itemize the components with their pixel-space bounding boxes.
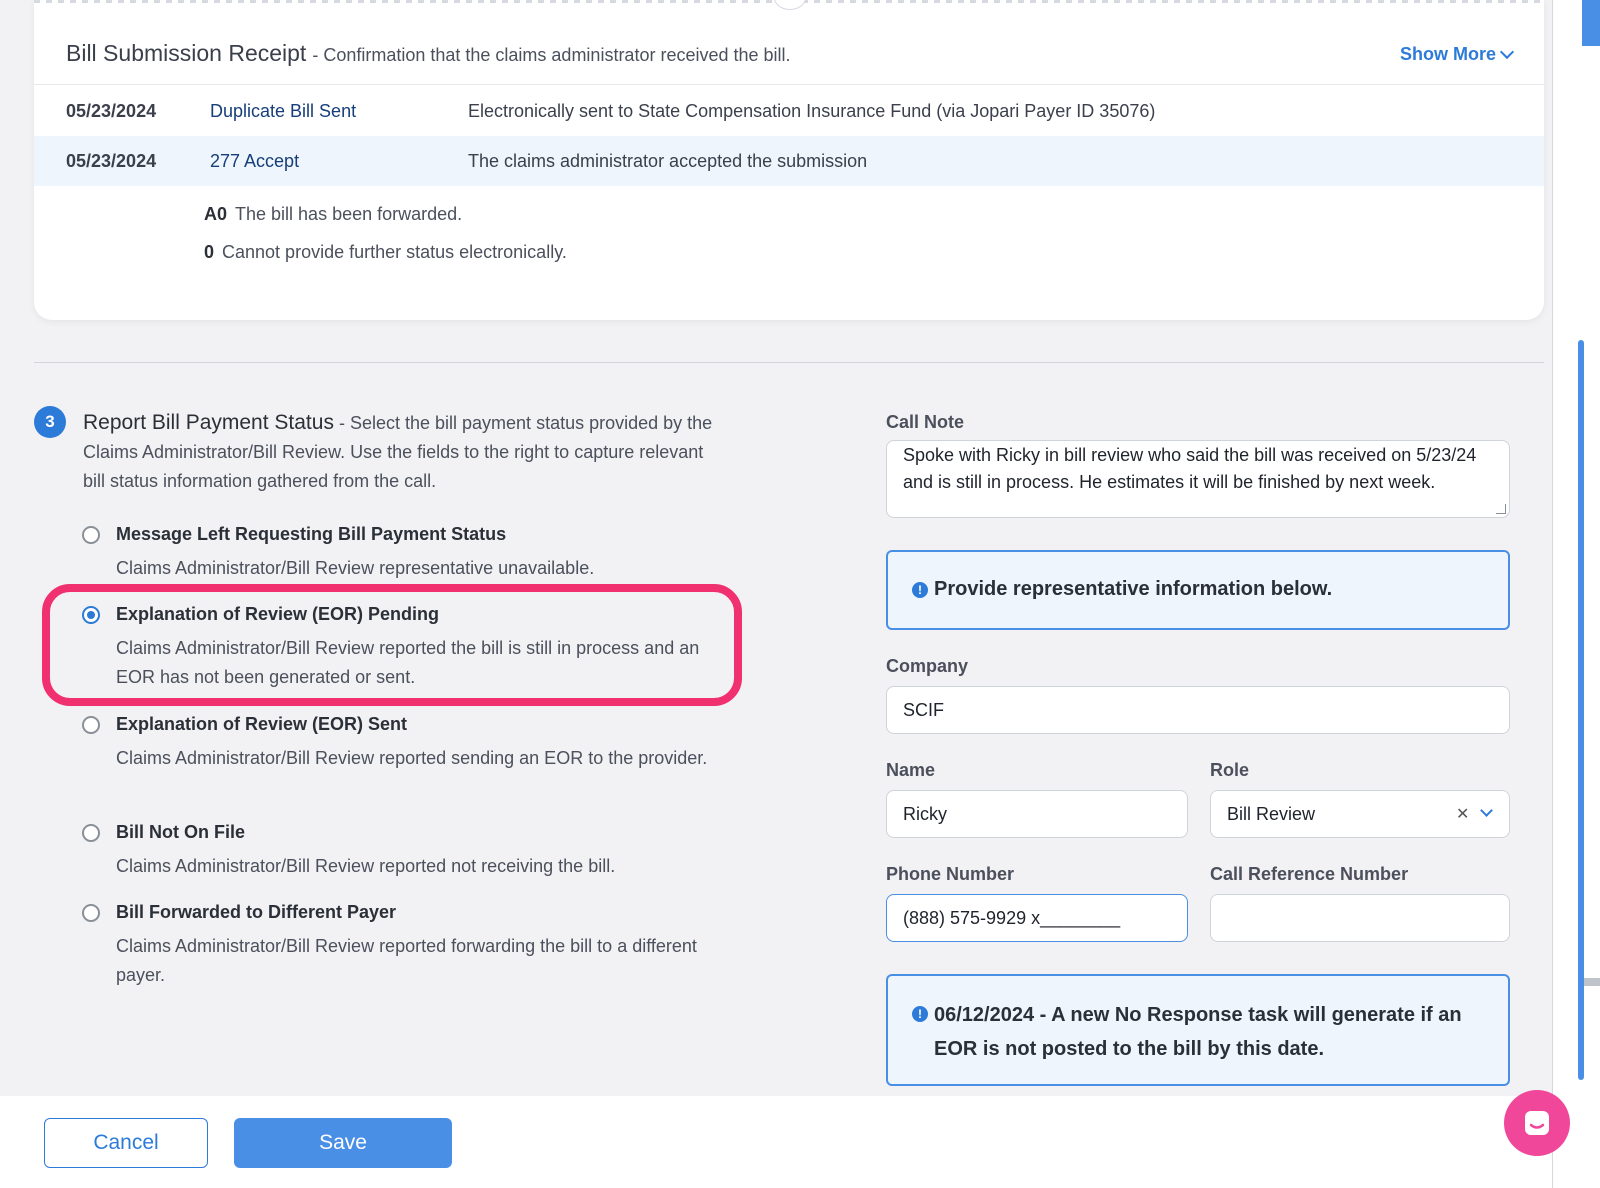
scrollbar-track <box>1552 0 1600 1188</box>
company-label: Company <box>886 656 969 676</box>
radio-button[interactable] <box>82 904 100 922</box>
option-title: Message Left Requesting Bill Payment Sta… <box>116 524 507 544</box>
chat-icon <box>1525 1111 1549 1135</box>
company-input[interactable]: SCIF <box>886 686 1510 734</box>
name-value: Ricky <box>903 803 947 824</box>
clear-icon[interactable]: ✕ <box>1456 804 1469 824</box>
radio-button[interactable] <box>82 824 100 842</box>
show-more-button[interactable]: Show More <box>1399 44 1515 65</box>
call-note-textarea[interactable]: Spoke with Ricky in bill review who said… <box>886 440 1510 518</box>
call-note-text: Spoke with Ricky in bill review who said… <box>903 445 1477 492</box>
phone-number-label: Phone Number <box>886 864 1015 884</box>
company-value: SCIF <box>903 699 945 720</box>
option-title: Explanation of Review (EOR) Sent <box>116 714 408 734</box>
receipt-row: 05/23/2024 Duplicate Bill Sent Electroni… <box>34 86 1544 136</box>
receipt-date: 05/23/2024 <box>66 150 157 171</box>
status-code: 0 <box>204 242 215 262</box>
receipt-date: 05/23/2024 <box>66 100 157 121</box>
section-divider <box>34 362 1544 363</box>
option-description: Claims Administrator/Bill Review reporte… <box>116 936 697 985</box>
step-number-badge: 3 <box>34 406 66 438</box>
status-code-line: 0 Cannot provide further status electroni… <box>204 242 567 263</box>
phone-number-value: (888) 575-9929 x________ <box>903 907 1121 928</box>
receipt-description: Electronically sent to State Compensatio… <box>468 100 1156 121</box>
step-header: Report Bill Payment Status - Select the … <box>83 408 723 496</box>
call-reference-input[interactable] <box>1210 894 1510 942</box>
option-description: Claims Administrator/Bill Review reporte… <box>116 748 708 768</box>
scroll-marker <box>1584 978 1600 986</box>
status-code-text: Cannot provide further status electronic… <box>222 242 567 262</box>
receipt-header: Bill Submission Receipt - Confirmation t… <box>66 40 1515 70</box>
show-more-label: Show More <box>1399 44 1496 64</box>
status-code-line: A0 The bill has been forwarded. <box>204 204 462 225</box>
option-title: Bill Not On File <box>116 822 245 842</box>
receipt-status-link[interactable]: Duplicate Bill Sent <box>210 101 356 122</box>
info-icon: ! <box>912 582 928 598</box>
info-icon: ! <box>912 1006 928 1022</box>
cancel-button[interactable]: Cancel <box>44 1118 208 1168</box>
receipt-subtitle: - Confirmation that the claims administr… <box>312 45 791 65</box>
call-reference-label: Call Reference Number <box>1210 864 1409 884</box>
save-button[interactable]: Save <box>234 1118 452 1168</box>
divider <box>34 84 1544 85</box>
info-banner: ! Provide representative information bel… <box>886 550 1510 630</box>
scroll-indicator <box>1582 0 1600 46</box>
chat-launcher-button[interactable] <box>1504 1090 1570 1156</box>
option-description: Claims Administrator/Bill Review represe… <box>116 558 595 578</box>
deadline-banner: ! 06/12/2024 - A new No Response task wi… <box>886 974 1510 1086</box>
chevron-down-icon <box>1499 44 1515 59</box>
step-title: Report Bill Payment Status <box>83 411 334 434</box>
bill-submission-receipt-card: Bill Submission Receipt - Confirmation t… <box>34 0 1544 320</box>
option-title: Bill Forwarded to Different Payer <box>116 902 397 922</box>
scrollbar-thumb[interactable] <box>1578 340 1584 1080</box>
call-note-label: Call Note <box>886 412 965 432</box>
name-label: Name <box>886 760 936 780</box>
radio-button[interactable] <box>82 716 100 734</box>
receipt-status-link[interactable]: 277 Accept <box>210 151 299 172</box>
receipt-description: The claims administrator accepted the su… <box>468 150 868 171</box>
info-message: Provide representative information below… <box>934 578 1333 600</box>
role-label: Role <box>1210 760 1250 780</box>
footer-bar <box>0 1096 1552 1188</box>
name-input[interactable]: Ricky <box>886 790 1188 838</box>
option-description: Claims Administrator/Bill Review reporte… <box>116 856 616 876</box>
highlight-annotation <box>42 584 742 706</box>
page: Bill Submission Receipt - Confirmation t… <box>0 0 1552 1188</box>
status-code: A0 <box>204 204 228 224</box>
receipt-title: Bill Submission Receipt <box>66 40 307 66</box>
role-value: Bill Review <box>1227 803 1316 824</box>
deadline-message: 06/12/2024 - A new No Response task will… <box>934 1004 1462 1060</box>
radio-button[interactable] <box>82 526 100 544</box>
phone-number-input[interactable]: (888) 575-9929 x________ <box>886 894 1188 942</box>
status-code-text: The bill has been forwarded. <box>235 204 463 224</box>
expand-handle[interactable] <box>774 0 806 10</box>
resize-handle-icon[interactable] <box>1496 504 1506 514</box>
receipt-row: 05/23/2024 277 Accept The claims adminis… <box>34 136 1544 186</box>
